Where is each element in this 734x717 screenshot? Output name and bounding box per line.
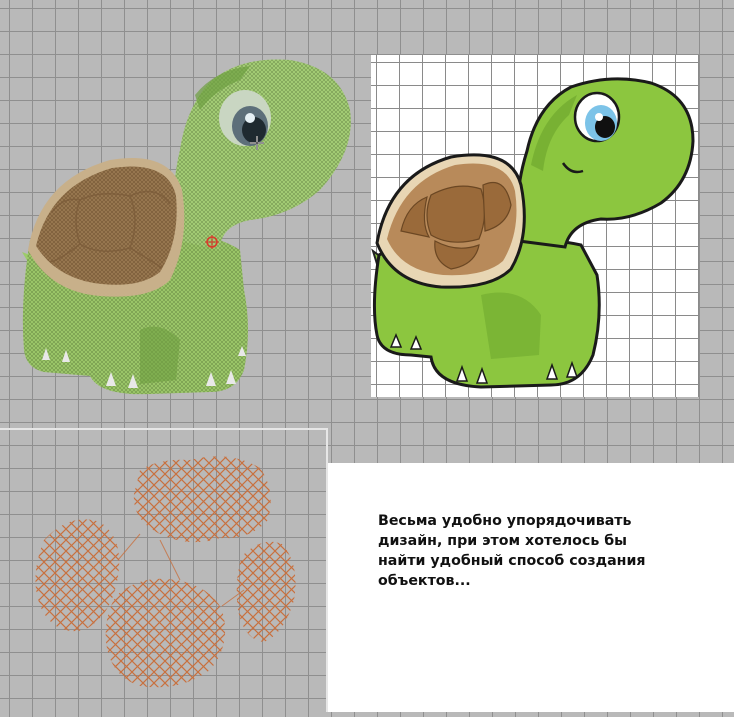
stitch-marker-icon[interactable] [205,235,219,249]
move-cursor-icon[interactable] [250,136,264,150]
shell-stitch-pattern [35,456,296,688]
note-panel: Весьма удобно упорядочивать дизайн, при … [328,463,734,712]
embroidery-preview[interactable] [0,0,365,420]
reference-image-panel [371,55,699,397]
stitch-detail-preview[interactable] [0,430,326,712]
reference-turtle-image [371,77,695,389]
embroidery-turtle-image [22,59,351,395]
note-text: Весьма удобно упорядочивать дизайн, при … [378,513,646,589]
